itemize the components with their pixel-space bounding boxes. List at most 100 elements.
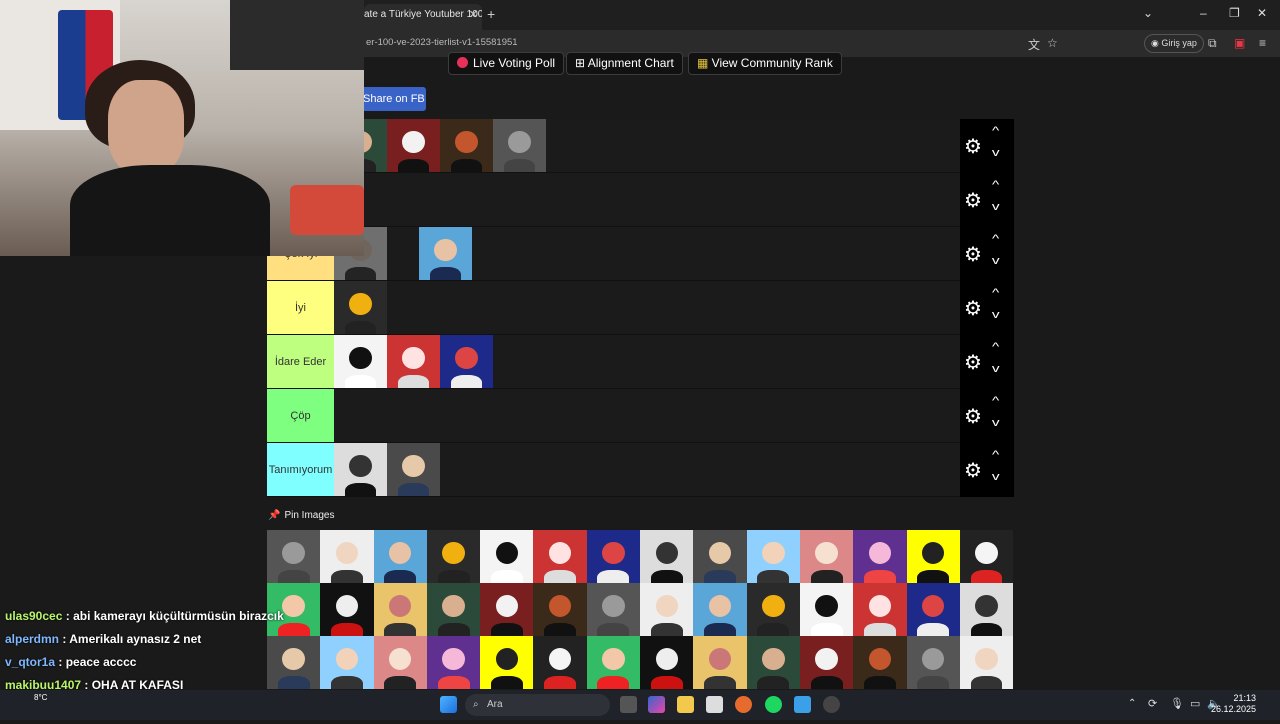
youtuber-image[interactable]	[586, 583, 641, 636]
extensions-icon[interactable]: ⧉	[1208, 36, 1217, 51]
chat-username[interactable]: ulas90cec	[5, 609, 62, 623]
youtuber-image[interactable]	[426, 583, 481, 636]
app-icon[interactable]	[823, 696, 840, 713]
youtuber-image[interactable]	[387, 119, 440, 172]
windows-start-icon[interactable]	[440, 696, 457, 713]
youtuber-image[interactable]	[480, 636, 534, 689]
task-view-icon[interactable]	[620, 696, 637, 713]
youtuber-image[interactable]	[334, 281, 387, 334]
youtuber-image[interactable]	[586, 636, 641, 689]
notification-icon[interactable]: ▣	[1234, 36, 1245, 50]
youtuber-image[interactable]	[480, 530, 534, 583]
youtuber-image[interactable]	[586, 530, 641, 583]
chevron-down-icon[interactable]: v	[992, 255, 1000, 267]
pin-images-label[interactable]: 📌 Pin Images	[268, 510, 334, 521]
sync-icon[interactable]: ⟳	[1148, 697, 1157, 710]
youtuber-image[interactable]	[320, 636, 374, 689]
clock[interactable]: 21:13 26.12.2025	[1211, 693, 1256, 715]
youtuber-image[interactable]	[320, 583, 374, 636]
chevron-down-icon[interactable]: v	[992, 363, 1000, 375]
mic-icon[interactable]: 🎙	[1170, 697, 1184, 710]
display-icon[interactable]: ▭	[1190, 697, 1200, 710]
youtuber-image[interactable]	[493, 119, 546, 172]
gear-icon[interactable]: ⚙	[964, 296, 982, 321]
close-window-icon[interactable]: ✕	[1257, 6, 1267, 20]
chevron-up-icon[interactable]: ^	[992, 233, 999, 245]
youtuber-image[interactable]	[853, 530, 907, 583]
youtuber-image[interactable]	[906, 636, 960, 689]
tray-chevron-icon[interactable]: ⌃	[1128, 698, 1136, 709]
youtuber-image[interactable]	[387, 443, 440, 496]
youtuber-image[interactable]	[426, 636, 481, 689]
chevron-down-icon[interactable]: v	[992, 471, 1000, 483]
youtuber-image[interactable]	[906, 583, 960, 636]
youtuber-image[interactable]	[267, 530, 321, 583]
live-voting-poll-button[interactable]: Live Voting Poll	[448, 52, 565, 75]
tier-label[interactable]: Çöp	[267, 389, 334, 442]
gear-icon[interactable]: ⚙	[964, 458, 982, 483]
maximize-icon[interactable]: ❐	[1229, 6, 1240, 20]
gear-icon[interactable]: ⚙	[964, 188, 982, 213]
youtuber-image[interactable]	[799, 583, 854, 636]
youtuber-image[interactable]	[853, 636, 907, 689]
minimize-icon[interactable]: –	[1200, 6, 1207, 20]
chevron-up-icon[interactable]: ^	[992, 341, 999, 353]
store-icon[interactable]	[706, 696, 723, 713]
youtuber-image[interactable]	[640, 530, 694, 583]
youtuber-image[interactable]	[799, 636, 854, 689]
gear-icon[interactable]: ⚙	[964, 404, 982, 429]
youtuber-image[interactable]	[799, 530, 854, 583]
close-tab-icon[interactable]: ✕	[469, 4, 478, 26]
chevron-down-icon[interactable]: v	[992, 417, 1000, 429]
gear-icon[interactable]: ⚙	[964, 350, 982, 375]
chevron-up-icon[interactable]: ^	[992, 179, 999, 191]
chat-username[interactable]: v_qtor1a	[5, 655, 55, 669]
gear-icon[interactable]: ⚙	[964, 134, 982, 159]
firefox-icon[interactable]	[735, 696, 752, 713]
browser-tab[interactable]: ate a Türkiye Youtuber 100+ ✕	[364, 4, 482, 30]
youtuber-image[interactable]	[480, 583, 534, 636]
photos-icon[interactable]	[794, 696, 811, 713]
chevron-down-icon[interactable]: v	[992, 147, 1000, 159]
youtuber-image[interactable]	[419, 227, 472, 280]
youtuber-image[interactable]	[640, 583, 694, 636]
chevron-down-icon[interactable]: v	[992, 309, 1000, 321]
chevron-up-icon[interactable]: ^	[992, 125, 999, 137]
youtuber-image[interactable]	[440, 119, 493, 172]
youtuber-image[interactable]	[959, 530, 1014, 583]
url-field[interactable]: er-100-ve-2023-tierlist-v1-15581951	[366, 37, 518, 48]
youtuber-image[interactable]	[533, 583, 587, 636]
star-icon[interactable]: ☆	[1047, 36, 1058, 50]
alignment-chart-button[interactable]: ⊞ Alignment Chart	[566, 52, 683, 75]
youtuber-image[interactable]	[334, 443, 387, 496]
youtuber-image[interactable]	[640, 636, 694, 689]
signin-button[interactable]: ◉ Giriş yap	[1144, 34, 1204, 53]
weather-widget[interactable]: 8°C	[34, 693, 47, 702]
youtuber-image[interactable]	[693, 636, 747, 689]
taskbar-search[interactable]: ⌕ Ara	[465, 694, 610, 716]
youtuber-image[interactable]	[373, 583, 427, 636]
tab-list-icon[interactable]: ⌄	[1143, 6, 1153, 20]
copilot-icon[interactable]	[648, 696, 665, 713]
youtuber-image[interactable]	[440, 335, 493, 388]
youtuber-image[interactable]	[373, 636, 427, 689]
file-explorer-icon[interactable]	[677, 696, 694, 713]
youtuber-image[interactable]	[693, 530, 747, 583]
tier-label[interactable]: İyi	[267, 281, 334, 334]
youtuber-image[interactable]	[533, 636, 587, 689]
youtuber-image[interactable]	[853, 583, 907, 636]
youtuber-image[interactable]	[373, 530, 427, 583]
youtuber-image[interactable]	[387, 335, 440, 388]
youtuber-image[interactable]	[533, 530, 587, 583]
chevron-up-icon[interactable]: ^	[992, 395, 999, 407]
youtuber-image[interactable]	[320, 530, 374, 583]
chevron-up-icon[interactable]: ^	[992, 287, 999, 299]
youtuber-image[interactable]	[959, 636, 1014, 689]
youtuber-image[interactable]	[746, 636, 800, 689]
youtuber-image[interactable]	[906, 530, 960, 583]
new-tab-icon[interactable]: +	[487, 6, 495, 22]
youtuber-image[interactable]	[959, 583, 1014, 636]
tier-label[interactable]: İdare Eder	[267, 335, 334, 388]
translate-icon[interactable]: 文	[1028, 36, 1040, 53]
youtuber-image[interactable]	[334, 335, 387, 388]
